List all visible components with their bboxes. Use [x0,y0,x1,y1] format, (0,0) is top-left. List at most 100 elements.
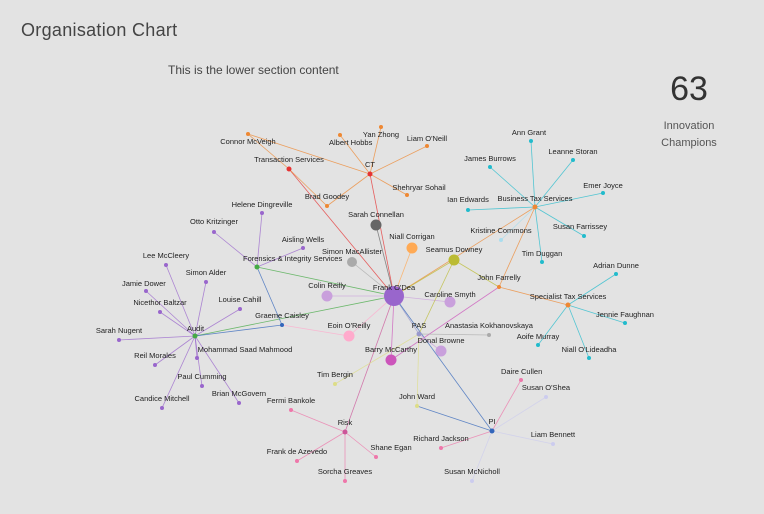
node-tim_b[interactable] [333,382,337,386]
node-label-aoife: Aoife Murray [517,332,560,341]
node-label-anastasia: Anastasia Kokhanovskaya [445,321,534,330]
node-label-susan_os: Susan O'Shea [522,383,571,392]
node-label-sarah_c: Sarah Connellan [348,210,404,219]
node-jennie[interactable] [623,321,627,325]
node-brad[interactable] [325,204,329,208]
node-mohammad[interactable] [195,356,199,360]
node-susan_os[interactable] [544,395,548,399]
node-jamie_d[interactable] [144,289,148,293]
node-ct[interactable] [367,171,373,177]
node-aisling[interactable] [301,246,305,250]
network-nodes: Frank O'DeaCTTransaction ServicesForensi… [96,125,654,483]
node-sarah_n[interactable] [117,338,121,342]
node-label-kristine: Kristine Commons [470,226,532,235]
node-niall_c[interactable] [406,242,418,254]
node-leanne[interactable] [571,158,575,162]
edge-john_w-pi [416,405,493,432]
node-graeme[interactable] [280,323,284,327]
node-aoife[interactable] [536,343,540,347]
node-nicethor[interactable] [158,310,162,314]
node-yan[interactable] [379,125,383,129]
node-label-colin: Colin Reilly [308,281,346,290]
node-connor[interactable] [246,132,250,136]
node-label-john_w: John Ward [399,392,435,401]
node-anastasia[interactable] [487,333,491,337]
node-paul[interactable] [200,384,204,388]
node-daire[interactable] [519,378,523,382]
node-label-graeme: Graeme Caisley [255,311,309,320]
node-john_w[interactable] [415,404,419,408]
node-liam[interactable] [425,144,429,148]
node-susan_m[interactable] [470,479,474,483]
node-susan_f[interactable] [582,234,586,238]
node-ts[interactable] [286,166,292,172]
node-otto[interactable] [212,230,216,234]
node-simon_mac[interactable] [347,257,357,267]
node-emer[interactable] [601,191,605,195]
node-sarah_c[interactable] [370,219,382,231]
node-label-pi: PI [488,417,495,426]
node-eoin[interactable] [343,330,355,342]
node-louise[interactable] [238,307,242,311]
node-sorcha[interactable] [343,479,347,483]
node-label-bts: Business Tax Services [498,194,573,203]
node-label-liam_b: Liam Bennett [531,430,576,439]
node-ian[interactable] [466,208,470,212]
node-label-sts: Specialist Tax Services [530,292,607,301]
edge-frank-risk [344,295,395,433]
node-bts[interactable] [532,204,538,210]
node-label-susan_f: Susan Farrissey [553,222,607,231]
node-label-barry: Barry McCarthy [365,345,417,354]
node-risk[interactable] [342,429,348,435]
node-donal[interactable] [435,345,447,357]
node-candice[interactable] [160,406,164,410]
node-label-simon_mac: Simon MacAllister [322,247,383,256]
node-sts[interactable] [565,302,571,308]
node-shane[interactable] [374,455,378,459]
node-audit[interactable] [192,333,198,339]
node-label-niall_ol: Niall O'Lideadha [562,345,618,354]
node-albert[interactable] [338,133,342,137]
node-brian[interactable] [237,401,241,405]
node-label-niall_c: Niall Corrigan [389,232,434,241]
node-label-shane: Shane Egan [370,443,411,452]
org-network-chart[interactable]: Frank O'DeaCTTransaction ServicesForensi… [0,0,764,514]
node-ann[interactable] [529,139,533,143]
node-fis[interactable] [254,264,260,270]
node-fermi[interactable] [289,408,293,412]
edge-pi-susan_os [491,396,547,432]
node-lee[interactable] [164,263,168,267]
node-reil[interactable] [153,363,157,367]
node-tim_d[interactable] [540,260,544,264]
edge-bts-ian [467,206,536,211]
node-label-seamus: Seamus Downey [426,245,483,254]
edge-frank-pi [393,295,493,432]
node-label-paul: Paul Cumming [177,372,226,381]
node-richard[interactable] [439,446,443,450]
node-helene[interactable] [260,211,264,215]
node-seamus[interactable] [448,254,460,266]
node-label-shehryar: Shehryar Sohail [392,183,446,192]
node-john_f[interactable] [497,285,501,289]
node-barry[interactable] [385,354,397,366]
node-niall_ol[interactable] [587,356,591,360]
node-label-brad: Brad Goodey [305,192,349,201]
node-label-leanne: Leanne Storan [548,147,597,156]
node-simon_a[interactable] [204,280,208,284]
node-kristine[interactable] [499,238,503,242]
node-label-ct: CT [365,160,375,169]
node-label-liam: Liam O'Neill [407,134,448,143]
node-label-reil: Reil Morales [134,351,176,360]
node-shehryar[interactable] [405,193,409,197]
node-adrian[interactable] [614,272,618,276]
node-pi[interactable] [489,428,495,434]
node-label-connor: Connor McVeigh [220,137,275,146]
node-colin[interactable] [321,290,333,302]
node-label-tim_d: Tim Duggan [522,249,563,258]
node-label-frank_a: Frank de Azevedo [267,447,327,456]
node-label-lee: Lee McCleery [143,251,190,260]
node-james[interactable] [488,165,492,169]
node-liam_b[interactable] [551,442,555,446]
node-frank_a[interactable] [295,459,299,463]
node-label-yan: Yan Zhong [363,130,399,139]
